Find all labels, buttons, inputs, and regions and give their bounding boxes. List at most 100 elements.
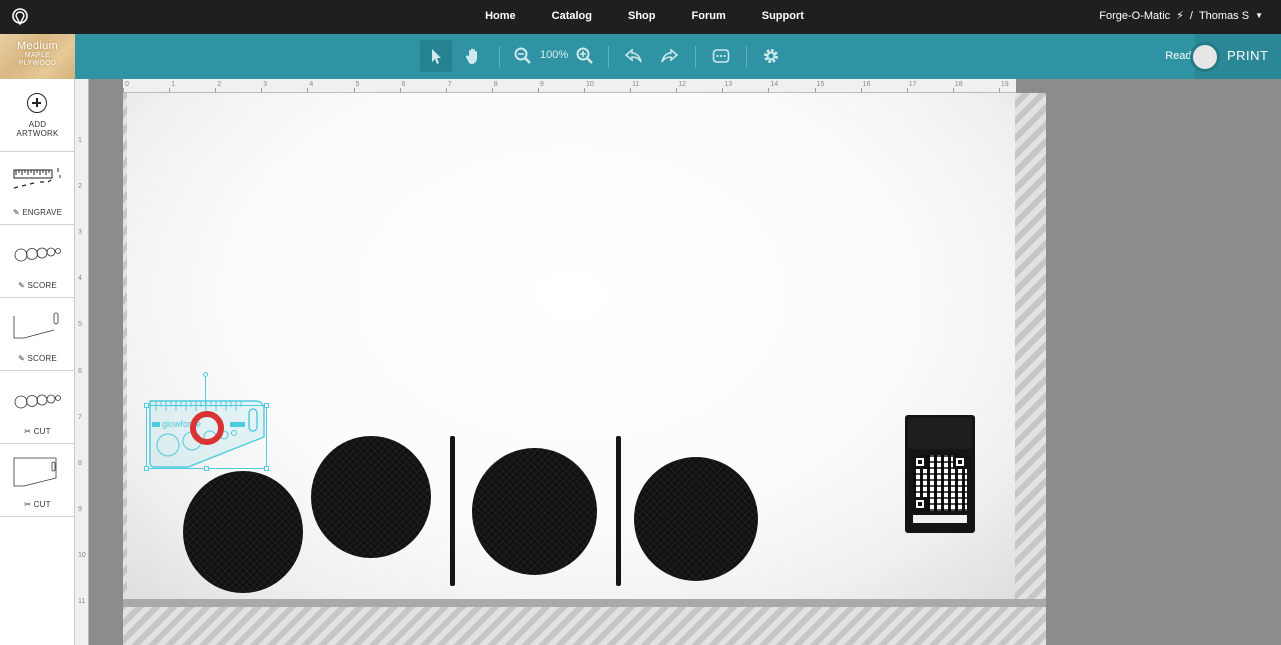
step-score-2-label: SCORE: [27, 354, 57, 363]
add-circle-icon: [27, 93, 47, 113]
print-button[interactable]: PRINT: [1190, 34, 1281, 79]
ruler-tick: [445, 88, 447, 92]
top-nav: Home Catalog Shop Forum Support Forge-O-…: [0, 0, 1281, 34]
nav-forum[interactable]: Forum: [674, 0, 744, 34]
pan-tool-button[interactable]: [457, 40, 489, 72]
undo-button[interactable]: [618, 40, 650, 72]
zoom-in-button[interactable]: [569, 40, 601, 72]
pointer-icon: [432, 49, 441, 64]
lightning-icon: ⚡: [1176, 10, 1184, 22]
ruler-tick-label: 11: [78, 598, 86, 605]
zoom-out-button[interactable]: [507, 40, 539, 72]
ruler-tick-label: 10: [78, 551, 86, 559]
board-edge: [123, 599, 1046, 607]
ruler-tick: [676, 88, 678, 92]
ruler-tick-label: 10: [586, 81, 594, 88]
resize-handle[interactable]: [144, 403, 149, 408]
toolbar-divider: [695, 46, 696, 68]
redo-button[interactable]: [653, 40, 685, 72]
machine-name[interactable]: Forge-O-Matic: [1099, 0, 1170, 32]
printer-bed[interactable]: glowforge: [123, 93, 1046, 645]
zoom-in-icon: [576, 47, 593, 64]
ruler-tick-label: 7: [78, 413, 82, 421]
cut-circle: [634, 457, 758, 581]
resize-handle[interactable]: [264, 403, 269, 408]
ruler-tick: [952, 88, 954, 92]
resize-handle[interactable]: [264, 466, 269, 471]
ruler-tick-label: 11: [632, 81, 640, 88]
ruler-tick: [814, 88, 816, 92]
rotate-handle[interactable]: [203, 372, 208, 377]
ruler-tick: [584, 88, 585, 92]
ruler-tick-label: 8: [78, 459, 82, 467]
left-sidebar: Medium MAPLE PLYWOOD ADD ARTWORK ✎ ENGRA…: [0, 34, 75, 645]
pencil-icon: ✎: [18, 281, 25, 290]
settings-button[interactable]: [755, 40, 787, 72]
ruler-tick: [860, 88, 862, 92]
ruler-tick: [537, 88, 539, 92]
print-label: PRINT: [1227, 48, 1269, 63]
ruler-tick: [491, 88, 493, 92]
ruler-tick: [215, 88, 217, 92]
ruler-tick-label: 5: [355, 81, 360, 88]
add-artwork-button[interactable]: ADD ARTWORK: [0, 79, 75, 152]
material-line2: PLYWOOD: [18, 60, 57, 67]
print-knob-icon: [1190, 42, 1220, 72]
select-tool-button[interactable]: [420, 40, 452, 72]
material-line1: MAPLE: [24, 52, 51, 59]
ruler-tick-label: 9: [78, 505, 82, 513]
gear-icon: [764, 49, 778, 63]
cut-circle: [311, 436, 431, 558]
ruler-tick-label: 17: [908, 81, 917, 88]
nav-support[interactable]: Support: [744, 0, 822, 34]
step-cut-2[interactable]: ✂ CUT: [0, 444, 75, 517]
ruler-tick-label: 15: [816, 81, 825, 88]
score-circles-thumbnail: [14, 247, 61, 262]
step-score-2[interactable]: ✎ SCORE: [0, 298, 75, 371]
toolbar-divider: [746, 46, 747, 68]
step-cut-1[interactable]: ✂ CUT: [0, 371, 75, 444]
step-cut-1-label: CUT: [33, 427, 51, 436]
engrave-thumbnail: [13, 168, 61, 189]
cursor-highlight-icon: [190, 411, 224, 445]
cut-icon: ✂: [24, 427, 32, 436]
ruler-tick-label: 14: [770, 81, 779, 88]
more-options-button[interactable]: [705, 40, 737, 72]
hand-icon: [465, 48, 477, 64]
add-artwork-line1: ADD: [28, 120, 47, 129]
ruler-tick: [169, 88, 171, 92]
ruler-tick-label: 13: [724, 81, 733, 88]
account-area: Forge-O-Matic ⚡ / Thomas S ▼: [1099, 0, 1263, 32]
nav-home[interactable]: Home: [467, 0, 534, 34]
pencil-icon: ✎: [18, 354, 25, 363]
cut-slit: [616, 436, 621, 586]
cut-slit: [450, 436, 455, 586]
ruler-tick-label: 1: [171, 81, 175, 88]
canvas-margin: [89, 79, 123, 645]
account-separator: /: [1189, 10, 1193, 22]
nav-shop[interactable]: Shop: [610, 0, 674, 34]
ruler-tick-label: 12: [678, 81, 686, 88]
cut-circle: [472, 448, 597, 575]
resize-handle[interactable]: [144, 466, 149, 471]
ruler-vertical: 1 2 3 4 5 6 7 8 9 10 11: [75, 79, 89, 645]
nav-links: Home Catalog Shop Forum Support: [0, 0, 1281, 34]
material-badge[interactable]: Medium MAPLE PLYWOOD: [0, 34, 75, 79]
ruler-tick-label: 16: [862, 81, 871, 88]
step-engrave[interactable]: ✎ ENGRAVE: [0, 152, 75, 225]
zoom-out-icon: [514, 47, 531, 64]
ruler-tick-label: 2: [78, 183, 82, 191]
ruler-tick: [307, 88, 309, 92]
qr-label-header: [908, 418, 972, 449]
redo-icon: [661, 48, 679, 63]
cut-icon: ✂: [24, 500, 32, 509]
toolbar-divider: [499, 46, 500, 68]
material-thickness: Medium: [17, 40, 58, 52]
ruler-tick-label: 3: [78, 229, 82, 237]
chevron-down-icon[interactable]: ▼: [1255, 0, 1263, 32]
toolbar-divider: [608, 46, 609, 68]
nav-catalog[interactable]: Catalog: [534, 0, 610, 34]
step-score-1[interactable]: ✎ SCORE: [0, 225, 75, 298]
resize-handle[interactable]: [204, 466, 209, 471]
user-name[interactable]: Thomas S: [1199, 0, 1249, 32]
